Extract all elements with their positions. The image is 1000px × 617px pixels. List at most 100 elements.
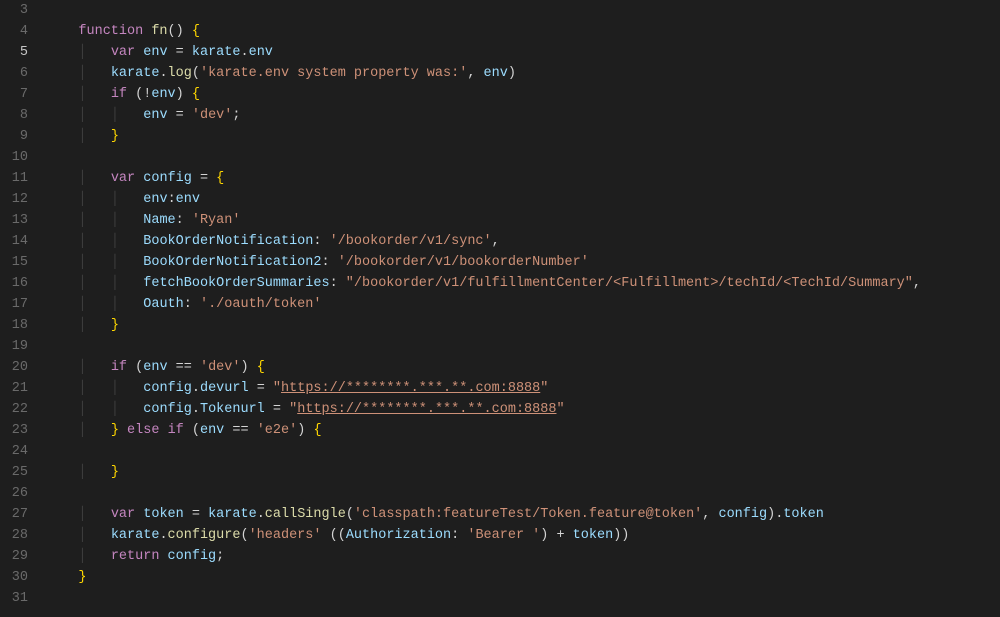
token-str: 'headers' — [249, 528, 322, 543]
code-line[interactable]: │ │ env = 'dev'; — [46, 105, 1000, 126]
code-line[interactable]: │ } — [46, 462, 1000, 483]
token-punct: (( — [330, 528, 346, 543]
indent-guide: │ — [78, 87, 86, 102]
indent-guide: │ — [78, 465, 86, 480]
code-line[interactable]: │ │ BookOrderNotification2: '/bookorder/… — [46, 252, 1000, 273]
token-punct: ( — [192, 66, 200, 81]
code-line[interactable] — [46, 336, 1000, 357]
code-line[interactable]: │ if (!env) { — [46, 84, 1000, 105]
token-plain — [159, 549, 167, 564]
token-punct: ) + — [540, 528, 572, 543]
token-brace: } — [78, 570, 86, 585]
token-str: " — [289, 402, 297, 417]
code-line[interactable]: │ │ config.devurl = "https://********.**… — [46, 378, 1000, 399]
code-line[interactable]: │ karate.configure('headers' ((Authoriza… — [46, 525, 1000, 546]
token-brace: { — [216, 171, 224, 186]
code-line[interactable]: │ │ Oauth: './oauth/token' — [46, 294, 1000, 315]
token-punct: ; — [232, 108, 240, 123]
token-str: " — [273, 381, 281, 396]
code-line[interactable]: } — [46, 567, 1000, 588]
token-plain — [184, 87, 192, 102]
token-punct: ) — [240, 360, 248, 375]
token-str: "/bookorder/v1/fulfillmentCenter/<Fulfil… — [346, 276, 913, 291]
indent-guide: │ — [78, 360, 86, 375]
token-str: '/bookorder/v1/sync' — [330, 234, 492, 249]
token-plain — [322, 528, 330, 543]
indent-guide: │ — [78, 297, 86, 312]
code-area[interactable]: function fn() { │ var env = karate.env │… — [42, 0, 1000, 617]
code-line[interactable]: │ } — [46, 126, 1000, 147]
token-plain — [184, 24, 192, 39]
code-line[interactable]: │ │ env:env — [46, 189, 1000, 210]
token-str: 'karate.env system property was:' — [200, 66, 467, 81]
code-line[interactable] — [46, 441, 1000, 462]
code-line[interactable]: │ } — [46, 315, 1000, 336]
indent-guide: │ — [111, 255, 119, 270]
token-kw: if — [168, 423, 184, 438]
token-str: 'Bearer ' — [467, 528, 540, 543]
token-str: " — [556, 402, 564, 417]
code-line[interactable] — [46, 588, 1000, 609]
line-number: 22 — [0, 399, 28, 420]
token-ident: dev — [200, 381, 224, 396]
line-number: 30 — [0, 567, 28, 588]
code-line[interactable]: │ var config = { — [46, 168, 1000, 189]
token-punct: . — [192, 402, 200, 417]
code-editor[interactable]: 3456789101112131415161718192021222324252… — [0, 0, 1000, 617]
code-line[interactable]: function fn() { — [46, 21, 1000, 42]
token-punct: : — [184, 297, 200, 312]
indent-guide: │ — [78, 45, 86, 60]
token-ident: config — [143, 402, 192, 417]
token-plain — [127, 360, 135, 375]
line-number: 20 — [0, 357, 28, 378]
line-number: 27 — [0, 504, 28, 525]
token-punct: ) — [508, 66, 516, 81]
indent-guide: │ — [111, 108, 119, 123]
line-number: 9 — [0, 126, 28, 147]
token-ident: env — [151, 87, 175, 102]
code-line[interactable]: │ │ Name: 'Ryan' — [46, 210, 1000, 231]
token-plain — [159, 423, 167, 438]
line-number: 11 — [0, 168, 28, 189]
code-line[interactable]: │ var token = karate.callSingle('classpa… — [46, 504, 1000, 525]
code-line[interactable] — [46, 0, 1000, 21]
code-line[interactable]: │ if (env == 'dev') { — [46, 357, 1000, 378]
token-str: 'classpath:featureTest/Token.feature@tok… — [354, 507, 702, 522]
code-line[interactable]: │ karate.log('karate.env system property… — [46, 63, 1000, 84]
token-punct: ; — [216, 549, 224, 564]
token-brace: { — [192, 87, 200, 102]
code-line[interactable] — [46, 147, 1000, 168]
line-number: 5 — [0, 42, 28, 63]
line-number: 16 — [0, 273, 28, 294]
code-line[interactable]: │ var env = karate.env — [46, 42, 1000, 63]
code-line[interactable]: │ return config; — [46, 546, 1000, 567]
indent-guide: │ — [78, 276, 86, 291]
token-kw: var — [111, 45, 135, 60]
token-punct: : — [313, 234, 329, 249]
line-number: 10 — [0, 147, 28, 168]
token-punct: . — [240, 45, 248, 60]
token-str: 'e2e' — [257, 423, 298, 438]
token-ident: env — [249, 45, 273, 60]
token-plain — [127, 87, 135, 102]
code-line[interactable]: │ │ fetchBookOrderSummaries: "/bookorder… — [46, 273, 1000, 294]
token-brace: } — [111, 318, 119, 333]
indent-guide: │ — [78, 528, 86, 543]
token-ident: env — [176, 192, 200, 207]
line-number-gutter: 3456789101112131415161718192021222324252… — [0, 0, 42, 617]
code-line[interactable]: │ │ BookOrderNotification: '/bookorder/v… — [46, 231, 1000, 252]
token-punct: , — [467, 66, 483, 81]
token-ident: BookOrderNotification2 — [143, 255, 321, 270]
code-line[interactable]: │ │ config.Tokenurl = "https://********.… — [46, 399, 1000, 420]
token-str: 'dev' — [200, 360, 241, 375]
code-line[interactable]: │ } else if (env == 'e2e') { — [46, 420, 1000, 441]
token-plain — [119, 423, 127, 438]
token-plain — [184, 423, 192, 438]
line-number: 28 — [0, 525, 28, 546]
token-ident: env — [484, 66, 508, 81]
token-kw: return — [111, 549, 160, 564]
code-line[interactable] — [46, 483, 1000, 504]
token-punct: , — [702, 507, 718, 522]
token-ident: url — [240, 402, 264, 417]
token-punct: )) — [613, 528, 629, 543]
